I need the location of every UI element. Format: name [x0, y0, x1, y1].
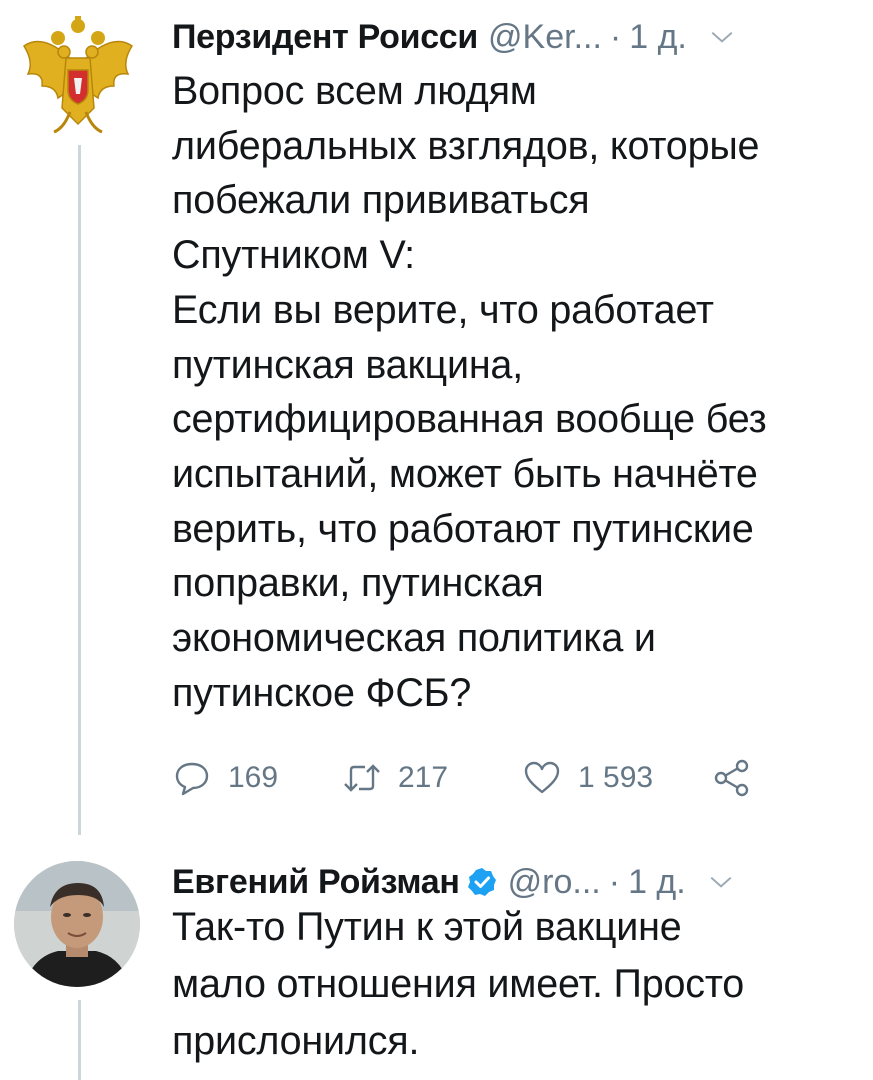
tweet-text-line: либеральных взглядов, которые	[172, 123, 760, 168]
tweet-text-line: путинская вакцина,	[172, 342, 523, 387]
tweet-text-line: мало отношения имеет. Просто	[172, 962, 745, 1006]
tweet-text-line: Вопрос всем людям	[172, 69, 537, 113]
retweet-count: 217	[398, 761, 449, 794]
tweet-timestamp[interactable]: 1 д.	[629, 18, 687, 57]
retweet-button[interactable]: 217	[342, 758, 522, 798]
thread-connector-line-lower	[78, 1000, 81, 1080]
tweet-text-line: Если вы верите, что работает	[172, 287, 714, 332]
separator-dot: ·	[609, 17, 622, 56]
heart-icon	[524, 761, 560, 794]
tweet-text-line: путинское ФСБ?	[172, 670, 472, 715]
tweet-timestamp[interactable]: 1 д.	[628, 863, 686, 902]
thread-connector-line	[78, 145, 81, 835]
tweet-text-line: испытаний, может быть начнёте	[172, 451, 758, 496]
avatar[interactable]	[14, 12, 142, 140]
author-handle[interactable]: @Ker...	[488, 18, 602, 57]
author-name[interactable]: Евгений Ройзман	[172, 863, 460, 902]
tweet-header: Перзидент Роисси @Ker... · 1 д.	[172, 12, 862, 62]
chevron-down-icon[interactable]	[708, 869, 734, 895]
reply-button[interactable]: 169	[172, 758, 342, 798]
tweet-text-line: экономическая политика и	[172, 616, 656, 661]
separator-dot: ·	[608, 862, 621, 901]
tweet-text-line: Так-то Путин к этой вакцине	[172, 905, 682, 949]
author-name[interactable]: Перзидент Роисси	[172, 18, 478, 57]
tweet-text-line: Спутником V:	[172, 233, 415, 278]
russian-coat-of-arms-icon	[22, 16, 134, 134]
verified-badge-icon	[467, 868, 496, 896]
tweet-text-line: побежали прививаться	[172, 178, 590, 223]
chevron-down-icon[interactable]	[709, 24, 735, 50]
tweet-text-line: верить, что работают путинские	[172, 506, 754, 551]
tweet-text: Так-то Путин к этой вакцине мало отношен…	[172, 899, 852, 1070]
user-photo-avatar	[14, 861, 140, 987]
share-button[interactable]	[712, 758, 752, 798]
tweet-text: Вопрос всем людям либеральных взглядов, …	[172, 64, 852, 720]
tweet-text-line: сертифицированная вообще без	[172, 397, 767, 442]
like-button[interactable]: 1 593	[522, 758, 712, 798]
like-count: 1 593	[578, 761, 654, 794]
reply-icon	[175, 762, 209, 796]
author-handle[interactable]: @ro...	[508, 863, 601, 902]
share-icon	[714, 759, 749, 797]
avatar[interactable]	[14, 861, 140, 987]
tweet-actions: 169 217 1 593	[172, 750, 862, 806]
tweet-text-line: поправки, путинская	[172, 561, 544, 606]
retweet-icon	[344, 764, 380, 792]
reply-count: 169	[228, 761, 279, 794]
tweet-text-line: прислонился.	[172, 1019, 420, 1063]
